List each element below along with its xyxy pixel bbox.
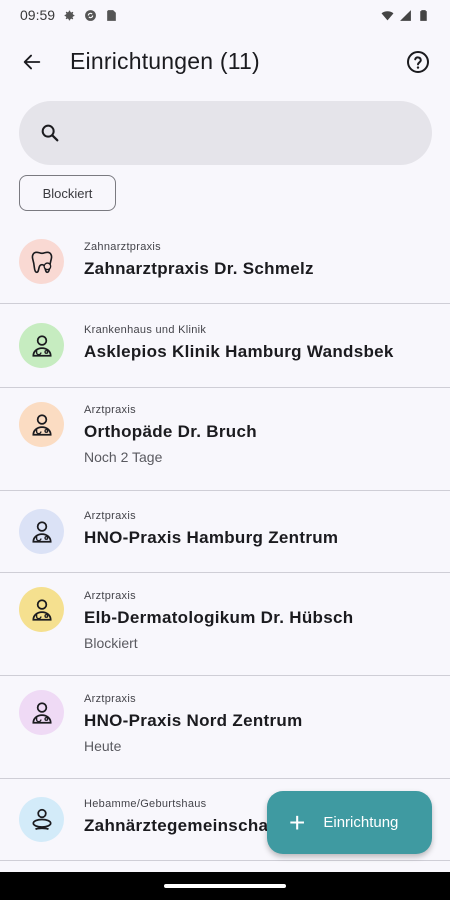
page-title: Einrichtungen (11) <box>70 48 260 74</box>
list-item[interactable]: Arztpraxis Elb-Dermatologikum Dr. Hübsch… <box>0 573 450 676</box>
item-status: Blockiert <box>84 635 138 651</box>
item-name: Asklepios Klinik Hamburg Wandsbek <box>84 342 394 361</box>
doctor-icon <box>31 701 52 724</box>
item-name: HNO-Praxis Nord Zentrum <box>84 711 303 730</box>
search-bar[interactable] <box>19 101 432 165</box>
item-category: Arztpraxis <box>84 590 136 602</box>
avatar <box>19 690 64 735</box>
item-name: Zahnarztpraxis Dr. Schmelz <box>84 259 314 278</box>
avatar <box>19 587 64 632</box>
sync-icon <box>85 9 96 21</box>
add-facility-button[interactable]: + Einrichtung <box>267 791 432 854</box>
settings-icon <box>64 10 75 20</box>
avatar <box>19 323 64 368</box>
home-gesture-handle[interactable] <box>164 884 286 888</box>
item-category: Arztpraxis <box>84 510 136 522</box>
list-item[interactable]: Arztpraxis Orthopäde Dr. Bruch Noch 2 Ta… <box>0 388 450 491</box>
search-icon <box>41 124 59 142</box>
item-name: HNO-Praxis Hamburg Zentrum <box>84 528 339 547</box>
navigation-bar <box>0 872 450 900</box>
arrow-back-icon <box>23 54 41 70</box>
doctor-icon <box>31 334 52 357</box>
item-category: Arztpraxis <box>84 404 136 416</box>
back-button[interactable] <box>14 44 50 80</box>
doctor-icon <box>31 598 52 621</box>
sd-card-icon <box>107 9 116 21</box>
item-category: Krankenhaus und Klinik <box>84 324 207 336</box>
list-item[interactable]: Krankenhaus und Klinik Asklepios Klinik … <box>0 304 450 388</box>
list-item[interactable]: Arztpraxis HNO-Praxis Nord Zentrum Heute <box>0 676 450 779</box>
facility-list: Zahnarztpraxis Zahnarztpraxis Dr. Schmel… <box>0 222 450 861</box>
doctor-icon <box>31 413 52 436</box>
list-item[interactable]: Arztpraxis HNO-Praxis Hamburg Zentrum <box>0 491 450 573</box>
item-category: Zahnarztpraxis <box>84 241 161 253</box>
midwife-icon <box>31 808 52 830</box>
item-category: Arztpraxis <box>84 693 136 705</box>
avatar <box>19 509 64 554</box>
plus-icon: + <box>289 806 306 838</box>
help-button[interactable] <box>400 44 436 80</box>
item-name: Orthopäde Dr. Bruch <box>84 422 257 441</box>
filter-chip-blocked[interactable]: Blockiert <box>19 175 116 211</box>
fab-label: Einrichtung <box>323 814 399 831</box>
avatar <box>19 402 64 447</box>
item-name: Zahnärztegemeinschaft <box>84 816 281 835</box>
status-bar: 09:59 <box>0 0 450 30</box>
item-status: Noch 2 Tage <box>84 449 163 465</box>
help-icon <box>407 51 429 73</box>
list-item[interactable]: Zahnarztpraxis Zahnarztpraxis Dr. Schmel… <box>0 222 450 304</box>
status-time: 09:59 <box>20 7 56 23</box>
avatar <box>19 797 64 842</box>
battery-icon <box>420 9 427 21</box>
app-bar: Einrichtungen (11) <box>0 38 450 84</box>
wifi-icon <box>381 10 394 20</box>
tooth-icon <box>31 250 52 273</box>
signal-icon <box>400 9 411 21</box>
item-category: Hebamme/Geburtshaus <box>84 798 207 810</box>
item-name: Elb-Dermatologikum Dr. Hübsch <box>84 608 354 627</box>
search-input[interactable] <box>75 113 395 153</box>
avatar <box>19 239 64 284</box>
doctor-icon <box>31 520 52 543</box>
item-status: Heute <box>84 738 122 754</box>
